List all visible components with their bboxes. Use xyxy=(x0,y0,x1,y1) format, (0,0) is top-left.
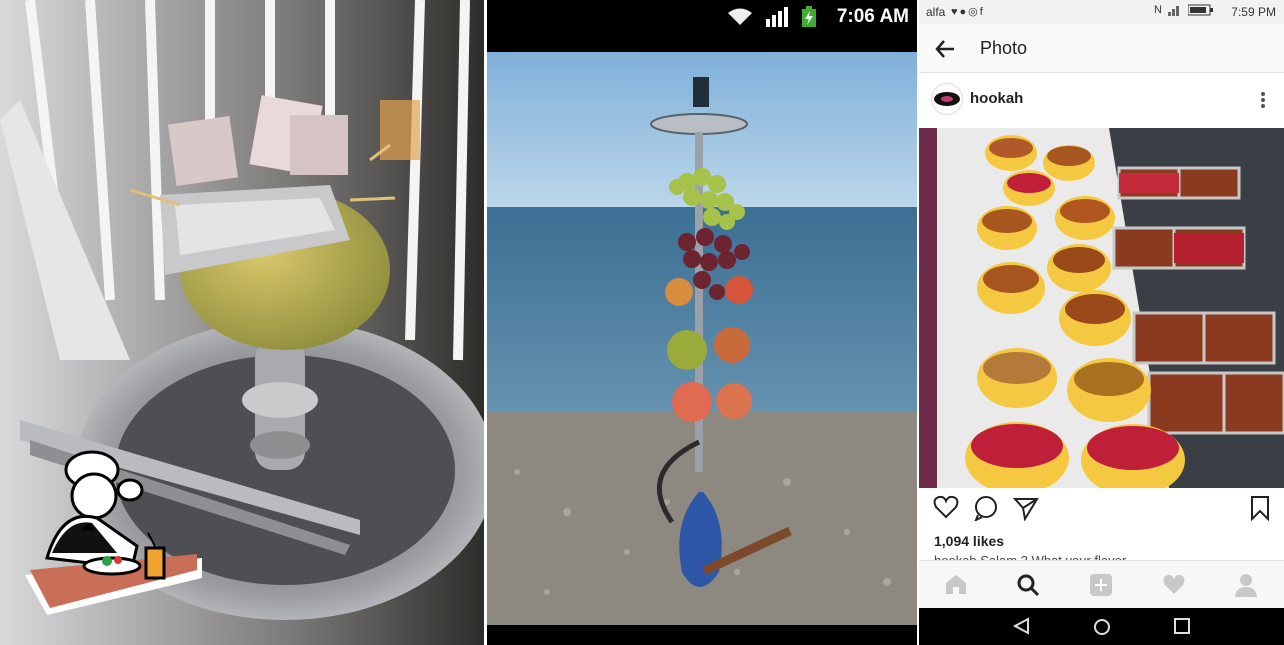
post-header: hookah xyxy=(919,73,1284,127)
comment-icon[interactable] xyxy=(973,495,999,521)
battery-icon xyxy=(1188,4,1214,16)
restaurant-dining-icon xyxy=(25,450,202,615)
more-options-icon[interactable] xyxy=(1260,91,1266,109)
status-time: 7:59 PM xyxy=(1231,5,1276,19)
avatar[interactable] xyxy=(931,83,963,115)
recents-square-icon[interactable] xyxy=(1173,617,1191,635)
system-nav-bar xyxy=(919,608,1284,645)
nfc-icon: N xyxy=(1154,4,1162,16)
post-username[interactable]: hookah xyxy=(970,90,1023,107)
signal-icon xyxy=(765,7,789,27)
photo-hookah-grapefruit xyxy=(0,0,484,645)
profile-icon[interactable] xyxy=(1234,573,1258,597)
status-bar: alfa ♥●◎f N 7:59 PM xyxy=(919,0,1284,24)
bottom-nav xyxy=(919,560,1284,609)
carrier-name: alfa xyxy=(926,5,946,19)
status-time: 7:06 AM xyxy=(836,6,909,27)
phone-screenshot-fruit-hookah: 7:06 AM xyxy=(487,0,917,645)
fruit-hookah-beach-image xyxy=(487,52,917,625)
back-arrow-icon[interactable] xyxy=(934,38,956,60)
post-image[interactable] xyxy=(919,128,1284,488)
like-heart-icon[interactable] xyxy=(933,495,959,519)
home-icon[interactable] xyxy=(944,573,968,595)
post-actions xyxy=(919,495,1284,527)
search-icon[interactable] xyxy=(1016,573,1040,597)
signal-icon xyxy=(1168,4,1182,16)
add-post-icon[interactable] xyxy=(1089,573,1113,597)
likes-count[interactable]: 1,094 likes xyxy=(934,533,1004,549)
tobacco-bowls-image xyxy=(919,128,1284,488)
phone-screenshot-photo-post: alfa ♥●◎f N 7:59 PM Photo hookah 1,094 l… xyxy=(919,0,1284,645)
home-circle-icon[interactable] xyxy=(1092,617,1112,637)
share-send-icon[interactable] xyxy=(1013,495,1039,521)
app-bar: Photo xyxy=(919,24,1284,73)
back-triangle-icon[interactable] xyxy=(1012,617,1030,635)
page-title: Photo xyxy=(980,38,1028,58)
status-bar: 7:06 AM xyxy=(487,0,917,52)
bookmark-icon[interactable] xyxy=(1249,495,1271,521)
battery-charging-icon xyxy=(801,6,817,28)
activity-heart-icon[interactable] xyxy=(1162,573,1186,595)
wifi-icon xyxy=(727,7,753,27)
notification-icons: ♥●◎f xyxy=(951,6,985,18)
